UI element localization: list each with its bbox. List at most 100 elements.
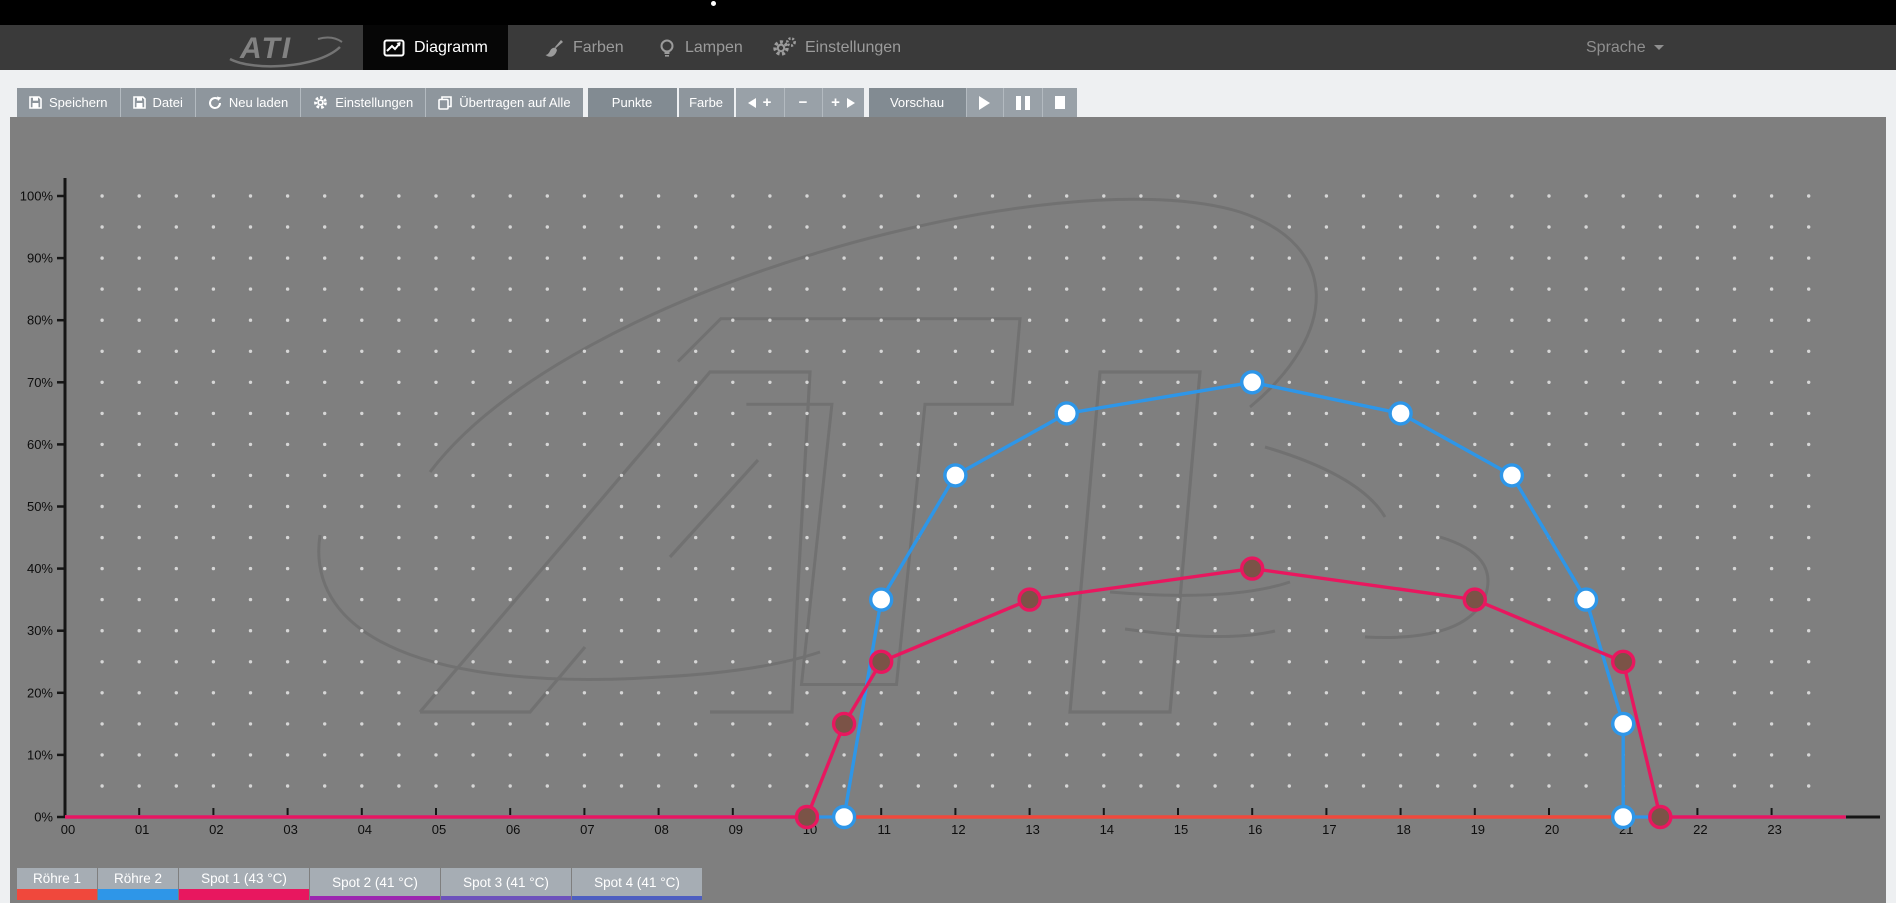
channel-tab-6[interactable]: Spot 4 (41 °C) <box>572 868 702 900</box>
tab-lampen[interactable]: Lampen <box>638 25 763 70</box>
svg-text:30%: 30% <box>27 623 53 638</box>
notification-dot <box>711 1 716 6</box>
file-icon <box>133 96 146 109</box>
gears-icon <box>772 37 796 58</box>
tab-lampen-label: Lampen <box>685 39 743 57</box>
gear-icon <box>313 95 328 110</box>
file-button[interactable]: Datei <box>120 88 195 117</box>
save-icon <box>29 96 42 109</box>
tab-farben-label: Farben <box>573 39 624 57</box>
save-button[interactable]: Speichern <box>17 88 120 117</box>
ati-logo: ATI <box>222 25 372 70</box>
svg-text:03: 03 <box>283 822 297 837</box>
data-point[interactable] <box>1501 465 1522 486</box>
language-menu[interactable]: Sprache <box>1586 25 1664 70</box>
color-button-label: Farbe <box>689 95 723 110</box>
data-point[interactable] <box>1390 403 1411 424</box>
save-button-label: Speichern <box>49 95 108 110</box>
tab-diagramm-label: Diagramm <box>414 39 488 57</box>
data-point[interactable] <box>1242 372 1263 393</box>
chart-line-icon <box>383 38 405 58</box>
settings-button-label: Einstellungen <box>335 95 413 110</box>
channel-color-bar <box>17 889 97 900</box>
svg-text:23: 23 <box>1767 822 1781 837</box>
chart-axes: 0%10%20%30%40%50%60%70%80%90%100%0001020… <box>20 178 1880 837</box>
data-point[interactable] <box>1613 651 1634 672</box>
data-point[interactable] <box>1576 589 1597 610</box>
channel-color-bar <box>572 896 702 900</box>
channel-color-bar <box>441 896 571 900</box>
svg-text:13: 13 <box>1025 822 1039 837</box>
data-point[interactable] <box>1613 807 1634 828</box>
data-point[interactable] <box>871 589 892 610</box>
data-point[interactable] <box>834 807 855 828</box>
color-button[interactable]: Farbe <box>679 88 734 117</box>
play-button[interactable] <box>966 88 1003 117</box>
tab-diagramm[interactable]: Diagramm <box>363 25 508 70</box>
data-point[interactable] <box>945 465 966 486</box>
channel-tab-3[interactable]: Spot 1 (43 °C) <box>179 868 309 900</box>
stop-button[interactable] <box>1042 88 1077 117</box>
channel-tab-label: Röhre 2 <box>98 868 178 889</box>
data-point[interactable] <box>1019 589 1040 610</box>
arrow-left-icon <box>748 98 756 108</box>
svg-text:19: 19 <box>1471 822 1485 837</box>
reload-button[interactable]: Neu laden <box>195 88 300 117</box>
refresh-icon <box>208 96 222 110</box>
channel-tab-label: Spot 2 (41 °C) <box>310 868 440 896</box>
tab-einstellungen-label: Einstellungen <box>805 39 901 57</box>
data-point[interactable] <box>797 807 818 828</box>
settings-button[interactable]: Einstellungen <box>300 88 425 117</box>
plus-icon: + <box>831 95 840 110</box>
channel-tab-1[interactable]: Röhre 1 <box>17 868 97 900</box>
points-button-label: Punkte <box>612 95 652 110</box>
svg-text:20: 20 <box>1545 822 1559 837</box>
preview-button[interactable]: Vorschau <box>869 88 966 117</box>
data-point[interactable] <box>1242 558 1263 579</box>
channel-tab-4[interactable]: Spot 2 (41 °C) <box>310 868 440 900</box>
channel-tab-label: Röhre 1 <box>17 868 97 889</box>
svg-text:ATI: ATI <box>239 32 292 65</box>
tab-farben[interactable]: Farben <box>524 25 644 70</box>
channel-tab-label: Spot 3 (41 °C) <box>441 868 571 896</box>
tab-einstellungen[interactable]: Einstellungen <box>752 25 921 70</box>
svg-text:20%: 20% <box>27 685 53 700</box>
zoom-in-x-button[interactable]: + <box>736 88 784 117</box>
svg-text:04: 04 <box>358 822 372 837</box>
channel-color-bar <box>179 889 309 900</box>
data-point[interactable] <box>871 651 892 672</box>
svg-text:60%: 60% <box>27 437 53 452</box>
data-point[interactable] <box>1056 403 1077 424</box>
channel-color-bar <box>310 896 440 900</box>
channel-tab-2[interactable]: Röhre 2 <box>98 868 178 900</box>
series-markers <box>797 372 1671 828</box>
bulb-icon <box>658 38 676 58</box>
svg-text:06: 06 <box>506 822 520 837</box>
pause-button[interactable] <box>1003 88 1042 117</box>
svg-text:05: 05 <box>432 822 446 837</box>
copy-icon <box>438 96 452 110</box>
zoom-in-x2-button[interactable]: + <box>822 88 864 117</box>
transfer-all-button[interactable]: Übertragen auf Alle <box>425 88 582 117</box>
zoom-out-button[interactable]: − <box>784 88 822 117</box>
dimming-curve-chart[interactable]: 0%10%20%30%40%50%60%70%80%90%100%0001020… <box>10 117 1886 903</box>
channel-tab-5[interactable]: Spot 3 (41 °C) <box>441 868 571 900</box>
svg-text:11: 11 <box>877 822 891 837</box>
channel-color-bar <box>98 889 178 900</box>
data-point[interactable] <box>1650 807 1671 828</box>
svg-text:12: 12 <box>951 822 965 837</box>
data-point[interactable] <box>834 713 855 734</box>
svg-text:07: 07 <box>580 822 594 837</box>
minus-icon: − <box>799 95 808 110</box>
svg-text:08: 08 <box>654 822 668 837</box>
points-button[interactable]: Punkte <box>588 88 677 117</box>
preview-button-label: Vorschau <box>890 95 944 110</box>
grid-dots <box>100 194 1810 787</box>
data-point[interactable] <box>1613 713 1634 734</box>
svg-text:00: 00 <box>61 822 75 837</box>
transfer-all-button-label: Übertragen auf Alle <box>459 95 570 110</box>
svg-text:15: 15 <box>1174 822 1188 837</box>
svg-text:18: 18 <box>1396 822 1410 837</box>
play-icon <box>979 96 990 110</box>
data-point[interactable] <box>1464 589 1485 610</box>
